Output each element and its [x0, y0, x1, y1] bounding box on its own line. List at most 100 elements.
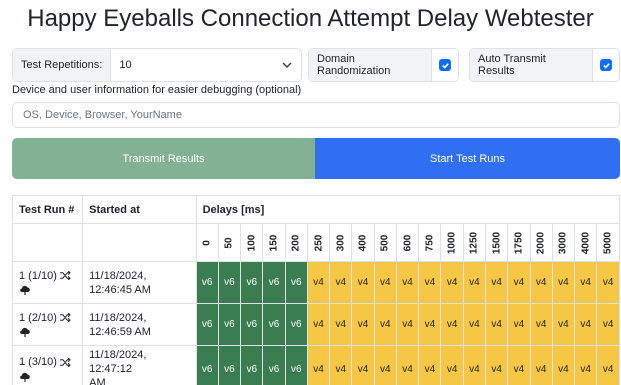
result-cell: v4 — [462, 303, 487, 346]
delay-header: 4000 — [574, 223, 598, 262]
result-cell: v4 — [418, 345, 442, 385]
delay-value: 1750 — [513, 231, 525, 254]
delay-value: 1250 — [468, 231, 480, 254]
repetitions-value: 10 — [119, 59, 132, 71]
result-cell: v6 — [284, 345, 308, 385]
result-cell: v4 — [529, 345, 553, 385]
delay-value: 500 — [379, 234, 391, 251]
result-cell: v4 — [329, 345, 353, 385]
delay-header: 150 — [262, 223, 286, 262]
device-info-label: Device and user information for easier d… — [12, 84, 302, 96]
header-test-run: Test Run # — [11, 195, 84, 224]
delay-header: 500 — [373, 223, 397, 262]
started-date: 11/18/2024, — [89, 269, 147, 282]
result-cell: v4 — [529, 261, 553, 304]
result-cell: v6 — [195, 345, 219, 385]
delay-header: 50 — [217, 223, 242, 262]
result-cell: v4 — [507, 345, 531, 385]
result-cell: v4 — [596, 345, 620, 385]
result-cell: v6 — [195, 261, 219, 304]
test-controls: Test Repetitions: 10 Domain Randomizatio… — [12, 48, 620, 82]
delay-value: 0 — [201, 239, 213, 246]
result-cell: v6 — [262, 345, 286, 385]
delay-value: 300 — [335, 234, 347, 251]
result-cell: v6 — [217, 345, 242, 385]
result-cell: v4 — [507, 303, 531, 346]
result-cell: v4 — [351, 345, 375, 385]
delay-value: 150 — [268, 234, 280, 251]
result-cell: v4 — [440, 303, 464, 346]
result-cell: v4 — [485, 261, 509, 304]
header-delays: Delays [ms] — [195, 195, 621, 224]
result-cell: v4 — [306, 303, 331, 346]
results-table: Test Run # Started at Delays [ms] 0 50 100… — [11, 195, 621, 385]
result-cell: v4 — [485, 303, 509, 346]
delay-header: 5000 — [596, 223, 620, 262]
delay-header: 250 — [306, 223, 331, 262]
device-info-input[interactable] — [12, 102, 620, 128]
repetitions-label: Test Repetitions: — [13, 49, 112, 81]
result-cell: v4 — [462, 345, 487, 385]
started-cell: 11/18/2024, 12:46:45 AM — [82, 261, 197, 304]
result-cell: v6 — [262, 261, 286, 304]
run-cell: 1 (2/10) — [11, 303, 84, 346]
domain-randomization-group: Domain Randomization — [308, 48, 459, 82]
result-cell: v4 — [395, 303, 420, 346]
repetitions-select[interactable]: 10 — [111, 49, 301, 81]
result-cell: v4 — [462, 261, 487, 304]
result-cell: v4 — [440, 345, 464, 385]
result-cell: v4 — [373, 303, 397, 346]
result-cell: v4 — [574, 345, 598, 385]
header-started-at: Started at — [82, 195, 197, 224]
result-cell: v4 — [596, 261, 620, 304]
result-cell: v6 — [195, 303, 219, 346]
result-cell: v4 — [507, 261, 531, 304]
header-empty — [11, 223, 84, 262]
result-cell: v4 — [373, 345, 397, 385]
run-cell: 1 (1/10) — [11, 261, 84, 304]
delay-value: 250 — [313, 234, 325, 251]
result-cell: v4 — [485, 345, 509, 385]
table-row: 1 (2/10) 11/18/2024, 12:46:59 AM v6 v6 v6 v6 v… — [11, 303, 620, 346]
delay-header: 750 — [418, 223, 442, 262]
delay-header: 0 — [195, 223, 219, 262]
delay-value: 3000 — [557, 231, 569, 254]
delay-header: 2000 — [529, 223, 553, 262]
delay-value: 600 — [402, 234, 414, 251]
delay-value: 750 — [424, 234, 436, 251]
start-test-runs-button[interactable]: Start Test Runs — [315, 138, 620, 179]
result-cell: v4 — [596, 303, 620, 346]
repetitions-group: Test Repetitions: 10 — [12, 48, 302, 82]
delay-value: 1500 — [491, 231, 503, 254]
started-date: 11/18/2024, — [89, 311, 147, 324]
delay-value: 100 — [246, 234, 258, 251]
delay-value: 5000 — [602, 231, 614, 254]
auto-transmit-checkbox[interactable] — [593, 49, 619, 81]
shuffle-icon — [60, 271, 71, 281]
result-cell: v4 — [418, 261, 442, 304]
chevron-down-icon — [282, 62, 292, 68]
table-row: 1 (1/10) 11/18/2024, 12:46:45 AM v6 v6 v6 v6 v… — [11, 261, 620, 304]
result-cell: v4 — [551, 345, 576, 385]
result-cell: v4 — [306, 261, 331, 304]
result-cell: v4 — [529, 303, 553, 346]
domain-randomization-checkbox[interactable] — [432, 49, 458, 81]
result-cell: v6 — [240, 261, 264, 304]
delay-header: 1250 — [462, 223, 487, 262]
started-time: 12:46:59 AM — [89, 325, 151, 338]
result-cell: v4 — [329, 303, 353, 346]
result-cell: v4 — [418, 303, 442, 346]
transmit-results-button[interactable]: Transmit Results — [12, 138, 315, 179]
delay-header: 600 — [395, 223, 420, 262]
result-cell: v4 — [551, 261, 576, 304]
delay-value: 200 — [290, 234, 302, 251]
result-cell: v4 — [551, 303, 576, 346]
auto-transmit-label: Auto Transmit Results — [470, 49, 593, 81]
delay-value: 50 — [223, 236, 235, 249]
started-time: AM — [89, 377, 106, 385]
page-title: Happy Eyeballs Connection Attempt Delay … — [27, 5, 594, 32]
result-cell: v4 — [440, 261, 464, 304]
result-cell: v4 — [395, 261, 420, 304]
run-label: 1 (2/10) — [19, 311, 57, 324]
result-cell: v4 — [373, 261, 397, 304]
